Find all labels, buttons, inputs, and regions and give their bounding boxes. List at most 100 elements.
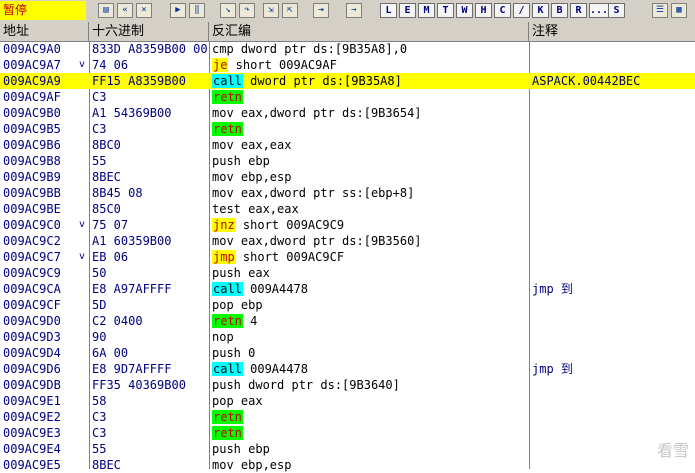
toolbar-window-button[interactable]: B	[551, 3, 568, 18]
watermark-logo: 看雪	[657, 437, 689, 461]
address-cell: 009AC9CA	[3, 281, 61, 297]
table-row[interactable]: 009AC9AFC3retn	[0, 89, 695, 105]
disassembly-cell: mov eax,eax	[212, 137, 291, 153]
comment-cell: jmp 到	[532, 361, 573, 377]
table-row[interactable]: 009AC9BE85C0test eax,eax	[0, 201, 695, 217]
table-row[interactable]: 009AC9B5C3retn	[0, 121, 695, 137]
comment-cell: ASPACK.00442BEC	[532, 73, 640, 89]
table-row[interactable]: 009AC9A7v74 06je short 009AC9AF	[0, 57, 695, 73]
toolbar-window-button[interactable]: C	[494, 3, 511, 18]
table-row[interactable]: 009AC9B0A1 54369B00mov eax,dword ptr ds:…	[0, 105, 695, 121]
table-row[interactable]: 009AC9B98BECmov ebp,esp	[0, 169, 695, 185]
col-address[interactable]: 地址	[0, 22, 89, 41]
jump-arrow-icon: v	[79, 249, 85, 265]
toolbar-window-button[interactable]: W	[456, 3, 473, 18]
table-row[interactable]: 009AC9B68BC0mov eax,eax	[0, 137, 695, 153]
mnemonic-jcc: je	[212, 58, 228, 72]
toolbar-window-button[interactable]: S	[608, 3, 625, 18]
hex-cell: FF35 40369B00	[92, 377, 186, 393]
table-row[interactable]: 009AC9DBFF35 40369B00push dword ptr ds:[…	[0, 377, 695, 393]
toolbar-window-button[interactable]: M	[418, 3, 435, 18]
hex-cell: E8 9D7AFFFF	[92, 361, 171, 377]
hex-cell: C3	[92, 425, 106, 441]
disassembly-cell: pop ebp	[212, 297, 263, 313]
table-row[interactable]: 009AC9CAE8 A97AFFFFcall 009A4478jmp 到	[0, 281, 695, 297]
run-icon[interactable]: ▶	[170, 3, 186, 18]
disassembly-cell: retn	[212, 121, 243, 137]
toolbar-window-button[interactable]: L	[380, 3, 397, 18]
disassembly-cell: jmp short 009AC9CF	[212, 249, 344, 265]
operands: pop eax	[212, 394, 263, 408]
table-row[interactable]: 009AC9D46A 00push 0	[0, 345, 695, 361]
step-over-icon[interactable]: ↷	[239, 3, 255, 18]
trace-over-icon[interactable]: ⇱	[282, 3, 298, 18]
table-row[interactable]: 009AC9B855push ebp	[0, 153, 695, 169]
grid-view-icon[interactable]: ▦	[671, 3, 687, 18]
address-cell: 009AC9C9	[3, 265, 61, 281]
toolbar-window-button[interactable]: H	[475, 3, 492, 18]
disassembly-cell: jnz short 009AC9C9	[212, 217, 344, 233]
table-row[interactable]: 009AC9C7vEB 06jmp short 009AC9CF	[0, 249, 695, 265]
table-row[interactable]: 009AC9E3C3retn	[0, 425, 695, 441]
disassembly-cell: retn	[212, 425, 243, 441]
hex-cell: E8 A97AFFFF	[92, 281, 171, 297]
hex-cell: C3	[92, 89, 106, 105]
restart-icon[interactable]: «	[117, 3, 133, 18]
operands: cmp dword ptr ds:[9B35A8],0	[212, 42, 407, 56]
address-cell: 009AC9D4	[3, 345, 61, 361]
hex-cell: 85C0	[92, 201, 121, 217]
table-row[interactable]: 009AC9E158pop eax	[0, 393, 695, 409]
table-row[interactable]: 009AC9A0833D A8359B00 00cmp dword ptr ds…	[0, 41, 695, 57]
hex-cell: 50	[92, 265, 106, 281]
operands: nop	[212, 330, 234, 344]
hex-cell: C3	[92, 121, 106, 137]
toolbar-window-button[interactable]: ...	[589, 3, 609, 18]
table-row[interactable]: 009AC9C950push eax	[0, 265, 695, 281]
toolbar-window-button[interactable]: /	[513, 3, 530, 18]
address-cell: 009AC9BE	[3, 201, 61, 217]
table-row[interactable]: 009AC9C0v75 07jnz short 009AC9C9	[0, 217, 695, 233]
table-row[interactable]: 009AC9D390nop	[0, 329, 695, 345]
mnemonic-call: call	[212, 362, 243, 376]
toolbar-window-button[interactable]: R	[570, 3, 587, 18]
disassembly-cell: cmp dword ptr ds:[9B35A8],0	[212, 41, 407, 57]
col-disassembly[interactable]: 反汇编	[209, 22, 529, 41]
address-cell: 009AC9CF	[3, 297, 61, 313]
trace-into-icon[interactable]: ⇲	[263, 3, 279, 18]
address-cell: 009AC9B6	[3, 137, 61, 153]
hex-cell: C2 0400	[92, 313, 143, 329]
table-row[interactable]: 009AC9CF 5D pop ebp	[0, 297, 695, 313]
operands: 009A4478	[243, 362, 308, 376]
table-row[interactable]: 009AC9E58BECmov ebp,esp	[0, 457, 695, 473]
disassembly-cell: mov eax,dword ptr ss:[ebp+8]	[212, 185, 414, 201]
col-comment[interactable]: 注释	[529, 22, 695, 41]
execute-till-return-icon[interactable]: ⇥	[313, 3, 329, 18]
table-row[interactable]: 009AC9E455push ebp	[0, 441, 695, 457]
disassembly-cell: mov eax,dword ptr ds:[9B3654]	[212, 105, 422, 121]
step-into-icon[interactable]: ↘	[220, 3, 236, 18]
table-row[interactable]: 009AC9A9FF15 A8359B00call dword ptr ds:[…	[0, 73, 695, 89]
goto-icon[interactable]: →	[346, 3, 362, 18]
table-row[interactable]: 009AC9D6E8 9D7AFFFFcall 009A4478jmp 到	[0, 361, 695, 377]
toolbar-window-button[interactable]: E	[399, 3, 416, 18]
operands: push dword ptr ds:[9B3640]	[212, 378, 400, 392]
toolbar-window-button[interactable]: K	[532, 3, 549, 18]
address-cell: 009AC9E5	[3, 457, 61, 473]
toolbar-window-button[interactable]: T	[437, 3, 454, 18]
table-row[interactable]: 009AC9BB8B45 08mov eax,dword ptr ss:[ebp…	[0, 185, 695, 201]
open-icon[interactable]: ▤	[98, 3, 114, 18]
list-view-icon[interactable]: ☰	[652, 3, 668, 18]
col-hex[interactable]: 十六进制	[89, 22, 209, 41]
pause-icon[interactable]: ‖	[189, 3, 205, 18]
hex-cell: 75 07	[92, 217, 128, 233]
close-icon[interactable]: ×	[136, 3, 152, 18]
hex-cell: C3	[92, 409, 106, 425]
table-row[interactable]: 009AC9C2A1 60359B00mov eax,dword ptr ds:…	[0, 233, 695, 249]
hex-cell: 5D	[92, 297, 106, 313]
table-row[interactable]: 009AC9D0C2 0400retn 4	[0, 313, 695, 329]
hex-cell: 8B45 08	[92, 185, 143, 201]
disassembly-cell: pop eax	[212, 393, 263, 409]
table-row[interactable]: 009AC9E2C3retn	[0, 409, 695, 425]
address-cell: 009AC9B8	[3, 153, 61, 169]
hex-cell: FF15 A8359B00	[92, 73, 186, 89]
